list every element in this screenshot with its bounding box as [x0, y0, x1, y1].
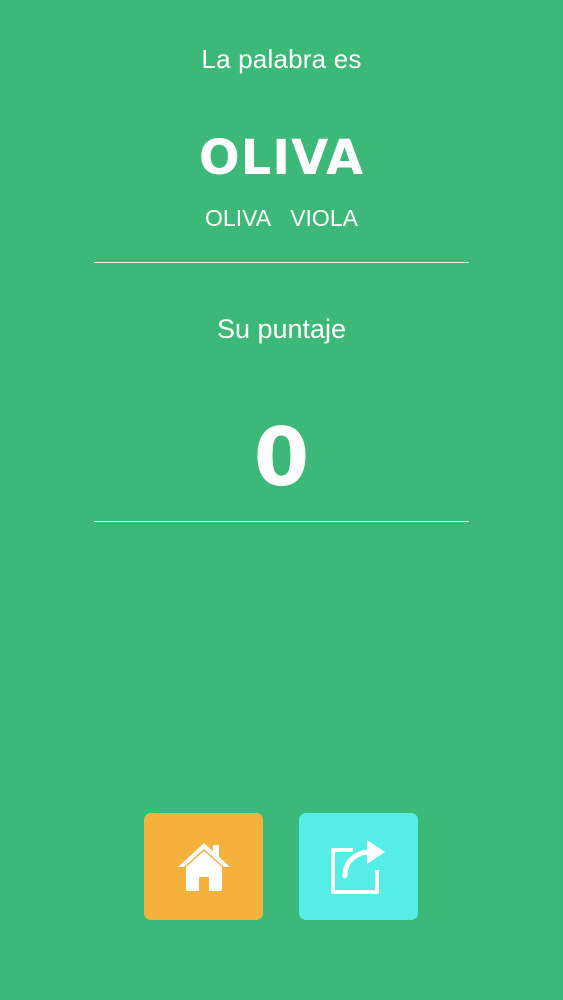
divider	[94, 262, 469, 263]
candidate-words: OLIVA VIOLA	[0, 205, 563, 232]
score-label: Su puntaje	[216, 314, 347, 344]
answer-word: OLIVA	[198, 130, 365, 186]
share-icon	[330, 839, 385, 894]
home-button[interactable]	[144, 813, 263, 920]
divider	[94, 521, 469, 522]
candidate-word: OLIVA	[205, 205, 270, 231]
home-icon	[177, 842, 230, 891]
share-button[interactable]	[299, 813, 418, 920]
score-value: 0	[253, 411, 310, 504]
word-prompt: La palabra es	[201, 44, 362, 74]
candidate-word: VIOLA	[290, 205, 358, 231]
